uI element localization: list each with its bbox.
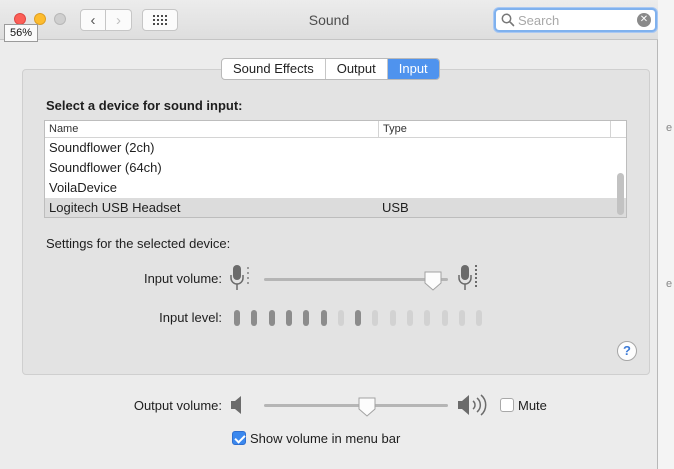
clear-search-icon[interactable]: ✕ xyxy=(637,13,651,27)
table-row[interactable]: VoilaDevice xyxy=(45,178,626,198)
tab-output[interactable]: Output xyxy=(326,59,388,79)
input-level-segment xyxy=(321,310,327,326)
input-volume-slider[interactable] xyxy=(264,278,448,281)
column-divider xyxy=(610,121,611,138)
device-section-title: Select a device for sound input: xyxy=(46,98,243,113)
input-level-segment xyxy=(459,310,465,326)
microphone-high-icon xyxy=(458,265,477,290)
input-level-segment xyxy=(234,310,240,326)
background-window-edge: e e xyxy=(658,0,674,469)
table-row[interactable]: Soundflower (2ch) xyxy=(45,138,626,158)
help-button[interactable]: ? xyxy=(617,341,637,361)
background-mark: e xyxy=(666,122,673,134)
device-type: USB xyxy=(382,200,409,215)
device-name: Logitech USB Headset xyxy=(49,200,181,215)
device-name: VoilaDevice xyxy=(49,180,117,195)
input-level-segment xyxy=(303,310,309,326)
search-input[interactable] xyxy=(518,12,638,29)
speaker-low-icon xyxy=(231,396,241,414)
input-level-segment xyxy=(286,310,292,326)
table-header: Name Type xyxy=(45,121,626,138)
input-device-table[interactable]: Name Type Soundflower (2ch) Soundflower … xyxy=(44,120,627,218)
speaker-high-icon xyxy=(458,394,487,416)
title-bar: ‹ › Sound ✕ xyxy=(0,0,658,40)
search-field[interactable]: ✕ xyxy=(494,8,657,32)
input-level-segment xyxy=(355,310,361,326)
tab-bar: Sound Effects Output Input xyxy=(221,58,440,80)
mute-checkbox[interactable] xyxy=(500,398,514,412)
input-level-segment xyxy=(269,310,275,326)
tab-sound-effects[interactable]: Sound Effects xyxy=(222,59,326,79)
column-header-type[interactable]: Type xyxy=(378,121,407,138)
microphone-low-icon xyxy=(230,265,249,290)
input-settings-panel xyxy=(22,69,650,375)
search-icon xyxy=(501,13,515,27)
input-level-segment xyxy=(251,310,257,326)
show-volume-menu-bar-label[interactable]: Show volume in menu bar xyxy=(250,431,400,446)
input-level-segment xyxy=(390,310,396,326)
table-row-selected[interactable]: Logitech USB Headset USB xyxy=(45,198,626,217)
column-header-name[interactable]: Name xyxy=(49,123,78,135)
input-volume-label: Input volume: xyxy=(143,271,222,286)
show-volume-menu-bar-checkbox[interactable] xyxy=(232,431,246,445)
table-row[interactable]: Soundflower (64ch) xyxy=(45,158,626,178)
output-volume-slider-thumb[interactable] xyxy=(357,396,377,418)
input-level-segment xyxy=(476,310,482,326)
table-scrollbar[interactable] xyxy=(617,173,624,215)
device-name: Soundflower (64ch) xyxy=(49,160,162,175)
input-volume-slider-thumb[interactable] xyxy=(423,270,443,292)
input-level-segment xyxy=(407,310,413,326)
input-level-segment xyxy=(372,310,378,326)
input-level-segment xyxy=(424,310,430,326)
output-volume-label: Output volume: xyxy=(133,398,222,413)
input-level-label: Input level: xyxy=(159,310,222,325)
input-level-segment xyxy=(442,310,448,326)
settings-label: Settings for the selected device: xyxy=(46,236,231,251)
device-name: Soundflower (2ch) xyxy=(49,140,155,155)
zoom-level-badge: 56% xyxy=(4,24,39,42)
background-mark: e xyxy=(666,278,673,290)
input-level-segment xyxy=(338,310,344,326)
output-volume-slider[interactable] xyxy=(264,404,448,407)
tab-input[interactable]: Input xyxy=(387,59,439,79)
sound-preferences-window: ‹ › Sound ✕ 56% Sound Eff xyxy=(0,0,658,469)
mute-label[interactable]: Mute xyxy=(518,398,547,413)
